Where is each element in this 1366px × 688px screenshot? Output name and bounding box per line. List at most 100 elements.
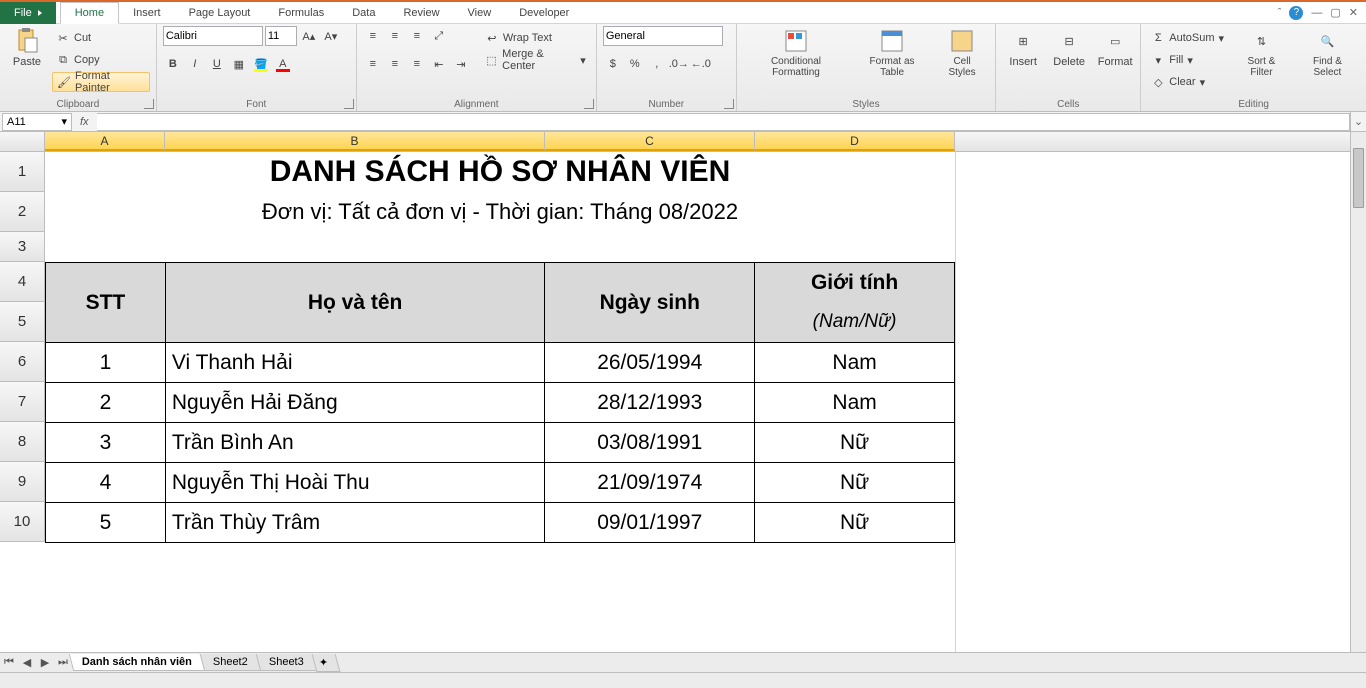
sheet-tab-3[interactable]: Sheet3 — [256, 654, 317, 671]
paste-button[interactable]: Paste — [6, 26, 48, 70]
italic-button[interactable]: I — [185, 54, 205, 74]
row-header-4[interactable]: 4 — [0, 262, 45, 302]
number-dialog-launcher[interactable] — [724, 99, 734, 109]
window-close-icon[interactable]: ✕ — [1349, 6, 1358, 19]
delete-cells-button[interactable]: ⊟Delete — [1048, 26, 1090, 70]
tab-home[interactable]: Home — [60, 2, 119, 24]
tab-formulas[interactable]: Formulas — [264, 2, 338, 24]
row-header-8[interactable]: 8 — [0, 422, 45, 462]
doc-title: DANH SÁCH HỒ SƠ NHÂN VIÊN — [45, 152, 955, 192]
wrap-text-button[interactable]: ↩Wrap Text — [481, 28, 590, 48]
conditional-formatting-button[interactable]: Conditional Formatting — [743, 26, 849, 80]
decrease-font-button[interactable]: A▾ — [321, 26, 341, 46]
worksheet-area: A B C D 1 2 3 4 5 6 7 8 9 10 DANH SÁCH H… — [0, 132, 1366, 675]
new-sheet-button[interactable]: ✦ — [311, 654, 340, 672]
col-header-c[interactable]: C — [545, 132, 755, 151]
sheet-tab-2[interactable]: Sheet2 — [200, 654, 261, 671]
font-dialog-launcher[interactable] — [344, 99, 354, 109]
align-top-button[interactable]: ≡ — [363, 26, 383, 46]
orientation-button[interactable]: ⤢ — [429, 26, 449, 46]
number-format-combo[interactable] — [603, 26, 723, 46]
alignment-dialog-launcher[interactable] — [584, 99, 594, 109]
increase-font-button[interactable]: A▴ — [299, 26, 319, 46]
bold-button[interactable]: B — [163, 54, 183, 74]
row-header-6[interactable]: 6 — [0, 342, 45, 382]
align-left-button[interactable]: ≡ — [363, 54, 383, 74]
decrease-decimal-button[interactable]: ←.0 — [691, 54, 711, 74]
select-all-corner[interactable] — [0, 132, 45, 151]
col-header-rest[interactable] — [955, 132, 1366, 151]
clear-button[interactable]: ◇Clear ▾ — [1147, 72, 1228, 92]
name-box[interactable]: A11▾ — [2, 113, 72, 131]
format-cells-button[interactable]: ▭Format — [1094, 26, 1136, 70]
col-header-a[interactable]: A — [45, 132, 165, 151]
tab-review[interactable]: Review — [389, 2, 453, 24]
vertical-scroll-thumb[interactable] — [1353, 148, 1364, 208]
row-header-2[interactable]: 2 — [0, 192, 45, 232]
font-name-combo[interactable] — [163, 26, 263, 46]
new-sheet-icon: ✦ — [319, 656, 328, 669]
align-middle-button[interactable]: ≡ — [385, 26, 405, 46]
tab-view[interactable]: View — [454, 2, 506, 24]
tab-file[interactable]: File — [0, 2, 56, 24]
row-header-5[interactable]: 5 — [0, 302, 45, 342]
ribbon-minimize-icon[interactable]: ˆ — [1278, 7, 1282, 19]
name-box-dropdown-icon[interactable]: ▾ — [61, 115, 67, 128]
increase-indent-button[interactable]: ⇥ — [451, 54, 471, 74]
group-alignment-label: Alignment — [357, 99, 596, 110]
table-row: 1Vi Thanh Hải26/05/1994Nam — [46, 343, 955, 383]
cell-styles-button[interactable]: Cell Styles — [935, 26, 989, 80]
col-header-d[interactable]: D — [755, 132, 955, 151]
window-restore-icon[interactable]: ▢ — [1330, 6, 1340, 19]
underline-button[interactable]: U — [207, 54, 227, 74]
wrap-text-icon: ↩ — [485, 31, 499, 45]
percent-button[interactable]: % — [625, 54, 645, 74]
copy-icon: ⧉ — [56, 53, 70, 67]
tab-developer[interactable]: Developer — [505, 2, 583, 24]
format-painter-button[interactable]: 🖌Format Painter — [52, 72, 150, 92]
cut-button[interactable]: ✂Cut — [52, 28, 150, 48]
formula-input[interactable] — [97, 113, 1350, 131]
help-icon[interactable]: ? — [1289, 6, 1303, 20]
sheet-nav-first[interactable]: ⏮ — [1, 655, 17, 671]
fill-color-button[interactable]: 🪣 — [251, 54, 271, 74]
border-button[interactable]: ▦ — [229, 54, 249, 74]
find-select-button[interactable]: 🔍Find & Select — [1295, 26, 1360, 80]
fill-button[interactable]: ▾Fill ▾ — [1147, 50, 1228, 70]
comma-button[interactable]: , — [647, 54, 667, 74]
window-minimize-icon[interactable]: — — [1311, 7, 1322, 19]
tab-data[interactable]: Data — [338, 2, 389, 24]
font-size-combo[interactable] — [265, 26, 297, 46]
sheet-nav-prev[interactable]: ◀ — [19, 655, 35, 671]
clipboard-dialog-launcher[interactable] — [144, 99, 154, 109]
autosum-button[interactable]: ΣAutoSum ▾ — [1147, 28, 1228, 48]
formula-bar-expand-icon[interactable]: ⌄ — [1350, 112, 1366, 132]
row-header-3[interactable]: 3 — [0, 232, 45, 262]
align-center-button[interactable]: ≡ — [385, 54, 405, 74]
row-header-10[interactable]: 10 — [0, 502, 45, 542]
copy-button[interactable]: ⧉Copy — [52, 50, 150, 70]
increase-decimal-button[interactable]: .0→ — [669, 54, 689, 74]
accounting-button[interactable]: $ — [603, 54, 623, 74]
tab-insert[interactable]: Insert — [119, 2, 175, 24]
merge-center-button[interactable]: ⬚Merge & Center ▾ — [481, 50, 590, 70]
sheet-tab-active[interactable]: Danh sách nhân viên — [69, 654, 206, 671]
decrease-indent-button[interactable]: ⇤ — [429, 54, 449, 74]
row-header-7[interactable]: 7 — [0, 382, 45, 422]
clear-icon: ◇ — [1151, 75, 1165, 89]
row-header-9[interactable]: 9 — [0, 462, 45, 502]
insert-cells-button[interactable]: ⊞Insert — [1002, 26, 1044, 70]
format-as-table-button[interactable]: Format as Table — [853, 26, 931, 80]
row-header-1[interactable]: 1 — [0, 152, 45, 192]
align-bottom-button[interactable]: ≡ — [407, 26, 427, 46]
sheet-nav-next[interactable]: ▶ — [37, 655, 53, 671]
tab-page-layout[interactable]: Page Layout — [175, 2, 265, 24]
cell-grid[interactable]: DANH SÁCH HỒ SƠ NHÂN VIÊN Đơn vị: Tất cả… — [45, 152, 1345, 672]
fx-icon[interactable]: fx — [80, 116, 89, 128]
vertical-scrollbar[interactable] — [1350, 132, 1366, 675]
sort-filter-button[interactable]: ⇅Sort & Filter — [1232, 26, 1291, 80]
align-right-button[interactable]: ≡ — [407, 54, 427, 74]
font-color-button[interactable]: A — [273, 54, 293, 74]
delete-cells-icon: ⊟ — [1056, 28, 1082, 54]
col-header-b[interactable]: B — [165, 132, 545, 151]
